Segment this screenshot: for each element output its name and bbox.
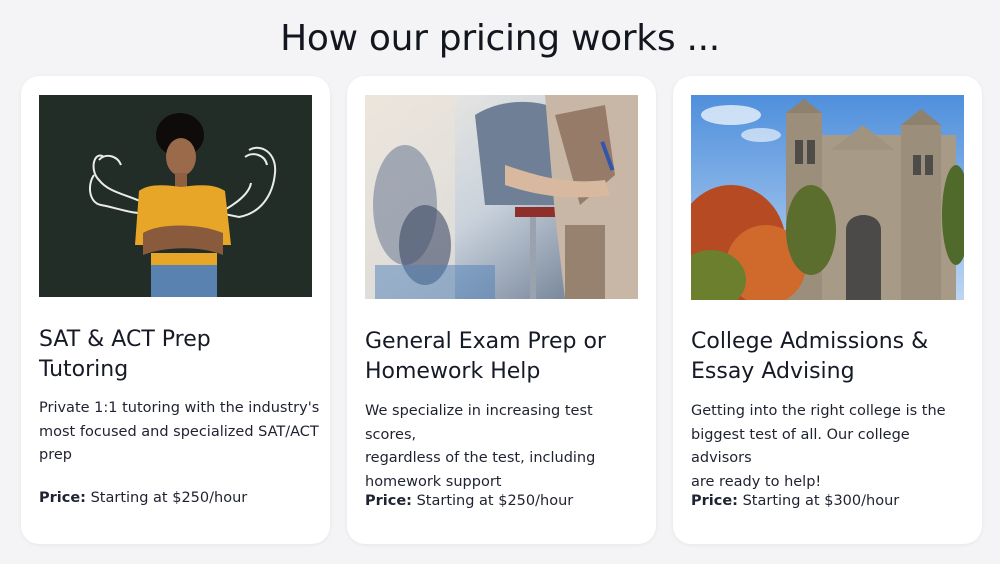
pricing-card-general-exam: General Exam Prep or Homework Help We sp… (347, 76, 656, 544)
price-label: Price: (39, 490, 86, 506)
price-value: Starting at $250/hour (85, 490, 248, 506)
card-description: Getting into the right college is the bi… (691, 400, 973, 494)
card-description-line: Getting into the right college is the (691, 403, 946, 419)
student-flexing-chalkboard-photo (39, 95, 312, 297)
card-description-line: prep (39, 447, 72, 463)
price-label: Price: (691, 493, 738, 509)
price-value: Starting at $250/hour (411, 493, 574, 509)
page-heading: How our pricing works ... (280, 18, 720, 59)
students-taking-exam-photo (365, 95, 638, 299)
card-description-line: biggest test of all. Our college advisor… (691, 426, 910, 467)
pricing-card-sat-act: SAT & ACT Prep Tutoring Private 1:1 tuto… (21, 76, 330, 544)
card-description-line: regardless of the test, including (365, 450, 596, 466)
card-description-line: most focused and specialized SAT/ACT (39, 423, 319, 440)
pricing-card-college-admissions: College Admissions & Essay Advising Gett… (673, 76, 982, 544)
card-title-line: College Admissions & (691, 329, 929, 354)
card-title-line: General Exam Prep or (365, 329, 606, 354)
college-campus-building-photo (691, 95, 964, 300)
card-title: SAT & ACT Prep Tutoring (39, 325, 319, 385)
card-price: Price: Starting at $250/hour (365, 491, 647, 511)
card-description: Private 1:1 tutoring with the industry's… (39, 397, 321, 468)
card-description: We specialize in increasing test scores,… (365, 400, 647, 494)
card-price: Price: Starting at $250/hour (39, 488, 321, 508)
card-title-line: Tutoring (39, 357, 129, 382)
card-price: Price: Starting at $300/hour (691, 491, 973, 511)
card-title-line: Essay Advising (691, 359, 855, 384)
pricing-section: How our pricing works ... SAT & ACT Prep… (0, 0, 1000, 564)
price-value: Starting at $300/hour (737, 493, 900, 509)
card-title-line: SAT & ACT Prep (39, 327, 211, 352)
price-label: Price: (365, 493, 412, 509)
card-description-line: Private 1:1 tutoring with the industry's (39, 400, 320, 416)
card-description-line: We specialize in increasing test scores, (365, 403, 593, 443)
card-title: College Admissions & Essay Advising (691, 327, 971, 387)
card-title: General Exam Prep or Homework Help (365, 327, 645, 387)
card-title-line: Homework Help (365, 359, 541, 384)
